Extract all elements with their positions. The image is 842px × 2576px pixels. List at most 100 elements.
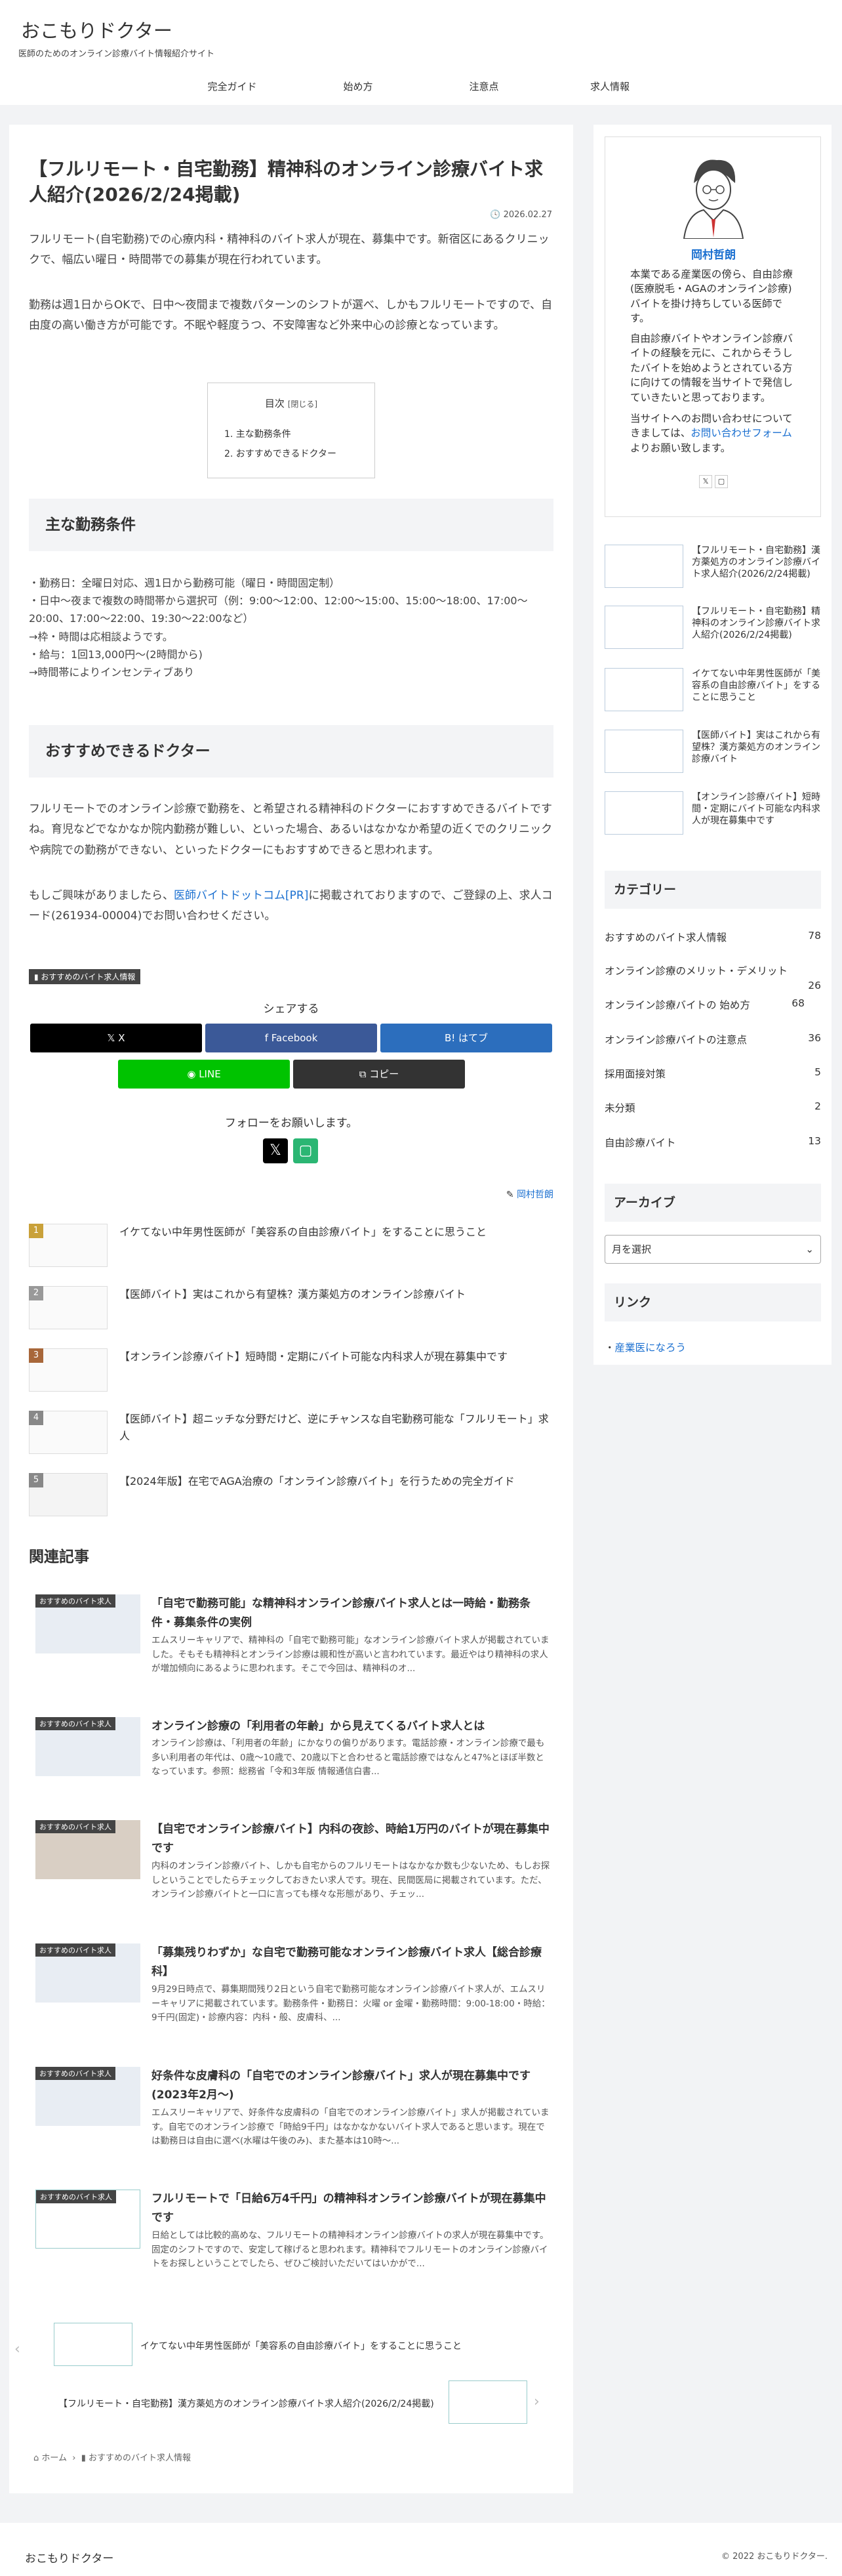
share-hatena-button[interactable]: B! はてブ — [380, 1024, 552, 1052]
job-site-link[interactable]: 医師バイトドットコム[PR] — [174, 889, 308, 902]
toc-item[interactable]: 2. おすすめできるドクター — [224, 444, 358, 464]
related-card[interactable]: おすすめのバイト求人 【自宅でオンライン診療バイト】内科の夜診、時給1万円のバイト… — [29, 1820, 560, 1919]
share-facebook-button[interactable]: f Facebook — [205, 1024, 377, 1052]
contact-paragraph: もしご興味がありましたら、医師バイトドットコム[PR]に掲載されておりますので、… — [29, 889, 553, 923]
sidebar-post[interactable]: 【医師バイト】実はこれから有望株？漢方薬処方のオンライン診療バイト — [605, 730, 821, 779]
site-title[interactable]: おこもりドクター — [21, 16, 172, 43]
ranking-title[interactable]: 【オンライン診療バイト】短時間・定期にバイト可能な内科求人が現在募集中です — [119, 1348, 552, 1365]
sidebar-post-thumbnail — [605, 668, 683, 711]
x-icon[interactable]: 𝕏 — [699, 475, 712, 488]
archive-select[interactable]: 月を選択 ⌄ — [605, 1235, 821, 1264]
related-heading: 関連記事 — [29, 1548, 89, 1566]
ranking-title[interactable]: 【医師バイト】実はこれから有望株？漢方薬処方のオンライン診療バイト — [119, 1286, 552, 1303]
sidebar-link[interactable]: ・産業医になろう — [605, 1340, 686, 1354]
related-card[interactable]: おすすめのバイト求人 「自宅で勤務可能」な精神科オンライン診療バイト求人とは一時給… — [29, 1594, 560, 1693]
sidebar-post[interactable]: 【オンライン診療バイト】短時間・定期にバイト可能な内科求人が現在募集中です — [605, 791, 821, 841]
chevron-left-icon[interactable]: ‹ — [14, 2341, 20, 2358]
section-heading-recommend: おすすめできるドクター — [29, 725, 553, 778]
archive-heading: アーカイブ — [605, 1184, 821, 1222]
ranking-title[interactable]: 【医師バイト】超ニッチな分野だけど、逆にチャンスな自宅勤務可能な「フルリモート」… — [119, 1411, 552, 1444]
nav-item-jobs[interactable]: 求人情報 — [547, 69, 673, 105]
copy-button[interactable]: ⧉ コピー — [293, 1060, 465, 1089]
sidebar-post[interactable]: 【フルリモート・自宅勤務】精神科のオンライン診療バイト求人紹介(2026/2/2… — [605, 606, 821, 655]
rank-number: 1 — [29, 1224, 43, 1238]
prev-post-link[interactable]: イケてない中年男性医師が「美容系の自由診療バイト」をすることに思うこと — [140, 2339, 547, 2352]
ranking-title[interactable]: 【2024年版】在宅でAGA治療の「オンライン診療バイト」を行うための完全ガイド — [119, 1473, 552, 1490]
ranking-title[interactable]: イケてない中年男性医師が「美容系の自由診療バイト」をすることに思うこと — [119, 1224, 552, 1241]
related-title[interactable]: 「自宅で勤務可能」な精神科オンライン診療バイト求人とは一時給・勤務条件・募集条件… — [151, 1594, 551, 1632]
follow-feedly-icon[interactable]: ▢ — [293, 1138, 318, 1163]
next-thumbnail[interactable] — [449, 2380, 527, 2424]
profile-name[interactable]: 岡村哲朗 — [605, 245, 822, 262]
post-date: 🕓 2026.02.27 — [490, 210, 552, 220]
category-item[interactable]: 未分類 2 — [605, 1100, 821, 1115]
site-header: おこもりドクター 医師のためのオンライン診療バイト情報紹介サイト 完全ガイド 始… — [0, 0, 842, 105]
page-title: 【フルリモート・自宅勤務】精神科のオンライン診療バイト求人紹介(2026/2/2… — [29, 158, 544, 206]
category-item[interactable]: 自由診療バイト 13 — [605, 1135, 821, 1150]
category-item[interactable]: オンライン診療バイトの 始め方 68 — [605, 997, 821, 1012]
sidebar-post-thumbnail — [605, 606, 683, 649]
related-title[interactable]: フルリモートで「日給6万4千円」の精神科オンライン診療バイトが現在募集中です — [151, 2190, 551, 2228]
links-heading: リンク — [605, 1283, 821, 1321]
breadcrumb: ⌂ ホーム › ▮ おすすめのバイト求人情報 — [33, 2453, 191, 2463]
nav-item-caution[interactable]: 注意点 — [421, 69, 547, 105]
related-thumbnail: おすすめのバイト求人 — [35, 1594, 140, 1653]
sidebar-post-title[interactable]: 【医師バイト】実はこれから有望株？漢方薬処方のオンライン診療バイト — [692, 730, 823, 766]
related-card[interactable]: おすすめのバイト求人 オンライン診療の「利用者の年齢」から見えてくるバイト求人とは… — [29, 1717, 560, 1816]
related-snippet: 内科のオンライン診療バイト、しかも自宅からのフルリモートはなかなか数も少ないため… — [151, 1861, 550, 1900]
ranking-item[interactable]: 3 【オンライン診療バイト】短時間・定期にバイト可能な内科求人が現在募集中です — [29, 1348, 553, 1401]
related-title[interactable]: 「募集残りわずか」な自宅で勤務可能なオンライン診療バイト求人【総合診療科】 — [151, 1943, 551, 1982]
sidebar-post[interactable]: イケてない中年男性医師が「美容系の自由診療バイト」をすることに思うこと — [605, 668, 821, 718]
sidebar: 岡村哲朗 本業である産業医の傍ら、自由診療(医療脱毛・AGAのオンライン診療)バ… — [593, 125, 832, 1365]
category-item[interactable]: オンライン診療のメリット・デメリット 26 — [605, 963, 821, 991]
conditions-list: ・勤務日：全曜日対応、週1日から勤務可能（曜日・時間固定制） ・日中〜夜まで複数… — [29, 574, 553, 681]
category-item[interactable]: オンライン診療バイトの注意点 36 — [605, 1032, 821, 1047]
sidebar-post-title[interactable]: 【フルリモート・自宅勤務】精神科のオンライン診療バイト求人紹介(2026/2/2… — [692, 606, 823, 642]
sidebar-post-title[interactable]: イケてない中年男性医師が「美容系の自由診療バイト」をすることに思うこと — [692, 668, 823, 704]
profile-card: 岡村哲朗 本業である産業医の傍ら、自由診療(医療脱毛・AGAのオンライン診療)バ… — [605, 136, 821, 517]
recommend-paragraph: フルリモートでのオンライン診療で勤務を、と希望される精神科のドクターにおすすめで… — [29, 802, 553, 857]
prev-thumbnail[interactable] — [54, 2323, 132, 2366]
feedly-icon[interactable]: ▢ — [715, 475, 728, 488]
rank-number: 4 — [29, 1411, 43, 1425]
share-x-button[interactable]: 𝕏 X — [30, 1024, 202, 1052]
author-link[interactable]: ✎ 岡村哲朗 — [506, 1188, 553, 1201]
toc-title: 目次 [閉じる] — [264, 398, 318, 409]
home-icon: ⌂ — [33, 2453, 42, 2463]
related-title[interactable]: 【自宅でオンライン診療バイト】内科の夜診、時給1万円のバイトが現在募集中です — [151, 1820, 551, 1858]
global-nav: 完全ガイド 始め方 注意点 求人情報 — [0, 69, 842, 105]
next-post-link[interactable]: 【フルリモート・自宅勤務】漢方薬処方のオンライン診療バイト求人紹介(2026/2… — [58, 2397, 452, 2410]
toc-toggle[interactable]: [閉じる] — [288, 400, 317, 409]
sidebar-post-title[interactable]: 【オンライン診療バイト】短時間・定期にバイト可能な内科求人が現在募集中です — [692, 791, 823, 827]
contact-form-link[interactable]: お問い合わせフォーム — [691, 427, 792, 439]
ranking-item[interactable]: 5 【2024年版】在宅でAGA治療の「オンライン診療バイト」を行うための完全ガイ… — [29, 1473, 553, 1526]
category-item[interactable]: 採用面接対策 5 — [605, 1066, 821, 1081]
share-line-button[interactable]: ◉ LINE — [118, 1060, 290, 1089]
related-title[interactable]: 好条件な皮膚科の「自宅でのオンライン診療バイト」求人が現在募集中です(2023年… — [151, 2067, 551, 2105]
footer-logo[interactable]: おこもりドクター — [25, 2549, 113, 2566]
nav-item-start[interactable]: 始め方 — [295, 69, 421, 105]
chevron-right-icon[interactable]: › — [534, 2394, 540, 2410]
main-content: 【フルリモート・自宅勤務】精神科のオンライン診療バイト求人紹介(2026/2/2… — [9, 125, 573, 2493]
ranking-item[interactable]: 1 イケてない中年男性医師が「美容系の自由診療バイト」をすることに思うこと — [29, 1224, 553, 1276]
sidebar-post-title[interactable]: 【フルリモート・自宅勤務】漢方薬処方のオンライン診療バイト求人紹介(2026/2… — [692, 545, 823, 581]
avatar — [683, 159, 744, 239]
ranking-item[interactable]: 4 【医師バイト】超ニッチな分野だけど、逆にチャンスな自宅勤務可能な「フルリモート… — [29, 1411, 553, 1463]
pen-icon: ✎ — [506, 1190, 517, 1200]
condition-line: →時間帯によりインセンティブあり — [29, 665, 195, 678]
related-title[interactable]: オンライン診療の「利用者の年齢」から見えてくるバイト求人とは — [151, 1717, 551, 1736]
ranking-item[interactable]: 2 【医師バイト】実はこれから有望株？漢方薬処方のオンライン診療バイト — [29, 1286, 553, 1339]
sidebar-post[interactable]: 【フルリモート・自宅勤務】漢方薬処方のオンライン診療バイト求人紹介(2026/2… — [605, 545, 821, 594]
related-thumbnail: おすすめのバイト求人 — [35, 1820, 140, 1879]
related-card[interactable]: おすすめのバイト求人 フルリモートで「日給6万4千円」の精神科オンライン診療バイト… — [29, 2190, 560, 2288]
follow-x-icon[interactable]: 𝕏 — [263, 1138, 288, 1163]
category-badge[interactable]: ▮ おすすめのバイト求人情報 — [29, 969, 141, 984]
category-item[interactable]: おすすめのバイト求人情報 78 — [605, 930, 821, 944]
related-card[interactable]: おすすめのバイト求人 「募集残りわずか」な自宅で勤務可能なオンライン診療バイト求人… — [29, 1943, 560, 2042]
rank-number: 5 — [29, 1473, 43, 1487]
condition-line: ・給与：1回13,000円〜(2時間から) — [29, 648, 203, 661]
related-card[interactable]: おすすめのバイト求人 好条件な皮膚科の「自宅でのオンライン診療バイト」求人が現在募… — [29, 2067, 560, 2165]
toc-item[interactable]: 1. 主な勤務条件 — [224, 425, 358, 444]
facebook-icon: f — [264, 1032, 271, 1044]
nav-item-guide[interactable]: 完全ガイド — [169, 69, 295, 105]
